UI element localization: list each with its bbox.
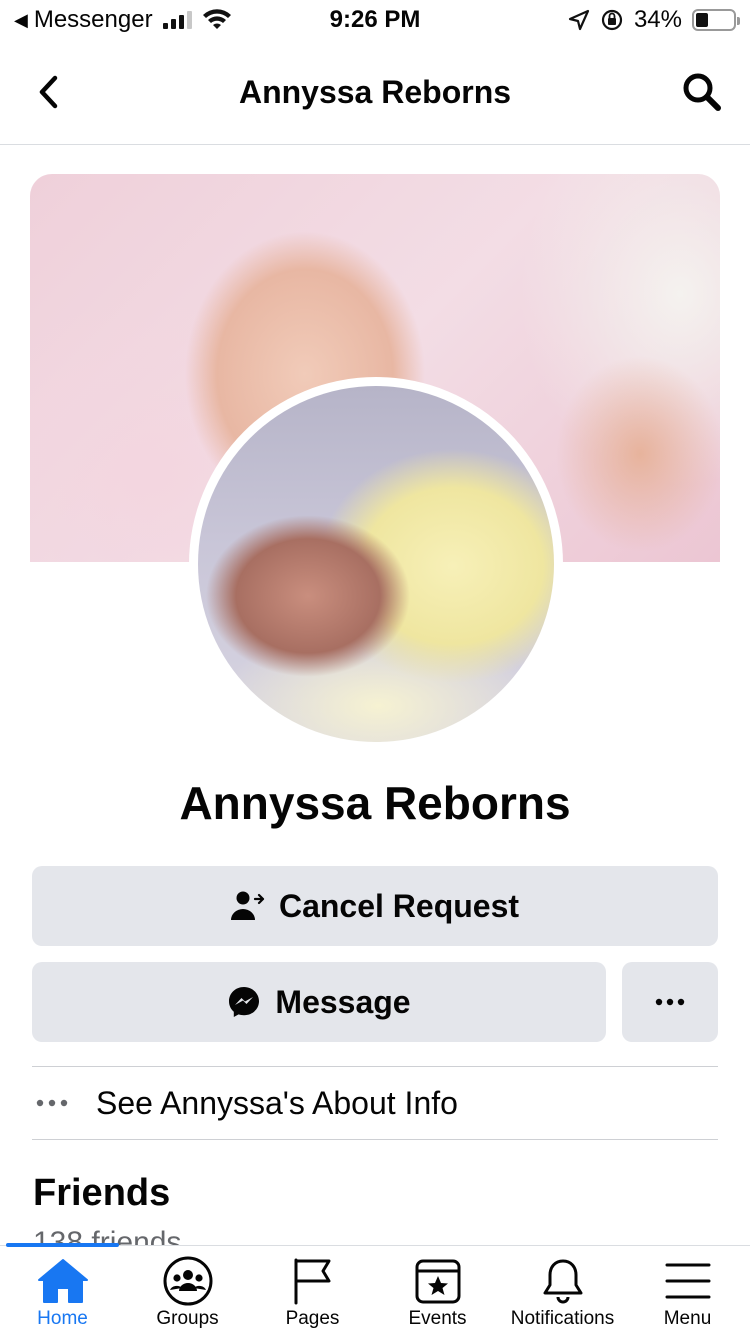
status-bar: ◀ Messenger 9:26 PM 34%	[0, 0, 750, 40]
more-dots-icon	[655, 998, 685, 1006]
battery-icon	[692, 9, 740, 31]
calendar-star-icon	[410, 1256, 466, 1306]
profile-picture[interactable]	[189, 377, 563, 751]
tab-label: Menu	[663, 1308, 712, 1329]
profile-name: Annyssa Reborns	[179, 777, 571, 829]
message-button[interactable]: Message	[32, 962, 606, 1042]
nav-header: Annyssa Reborns	[0, 40, 750, 145]
tab-label: Events	[408, 1308, 467, 1329]
profile-picture-image	[198, 386, 554, 742]
bell-icon	[535, 1256, 591, 1306]
cancel-request-label: Cancel Request	[278, 887, 520, 924]
more-options-button[interactable]	[622, 962, 718, 1042]
message-label: Message	[275, 983, 411, 1020]
flag-icon	[285, 1256, 341, 1306]
cancel-request-button[interactable]: Cancel Request	[32, 866, 718, 946]
home-icon	[35, 1256, 91, 1306]
location-arrow-icon	[568, 9, 590, 31]
cancel-friend-request-icon	[230, 891, 265, 920]
about-info-label: See Annyssa's About Info	[96, 1084, 458, 1121]
page-title: Annyssa Reborns	[238, 74, 512, 110]
friends-heading: Friends	[33, 1172, 171, 1214]
tab-label: Home	[37, 1308, 88, 1329]
about-info-link[interactable]: See Annyssa's About Info	[32, 1066, 718, 1140]
battery-percent: 34%	[633, 6, 682, 33]
ellipsis-icon	[32, 1099, 96, 1107]
tab-pages[interactable]: Pages	[250, 1246, 375, 1334]
tab-groups[interactable]: Groups	[125, 1246, 250, 1334]
tab-label: Notifications	[510, 1308, 615, 1329]
active-tab-indicator	[6, 1243, 119, 1247]
rotation-lock-icon	[601, 9, 623, 31]
tab-label: Groups	[156, 1308, 219, 1329]
search-icon	[683, 73, 721, 111]
tab-home[interactable]: Home	[0, 1246, 125, 1334]
tab-menu[interactable]: Menu	[625, 1246, 750, 1334]
groups-icon	[160, 1256, 216, 1306]
tab-events[interactable]: Events	[375, 1246, 500, 1334]
search-button[interactable]	[680, 70, 724, 114]
menu-icon	[660, 1256, 716, 1306]
messenger-icon	[229, 987, 260, 1017]
bottom-tab-bar: Home Groups Pages Events Notifications M…	[0, 1243, 750, 1334]
battery-level	[696, 13, 709, 27]
tab-label: Pages	[285, 1308, 340, 1329]
tab-notifications[interactable]: Notifications	[500, 1246, 625, 1334]
